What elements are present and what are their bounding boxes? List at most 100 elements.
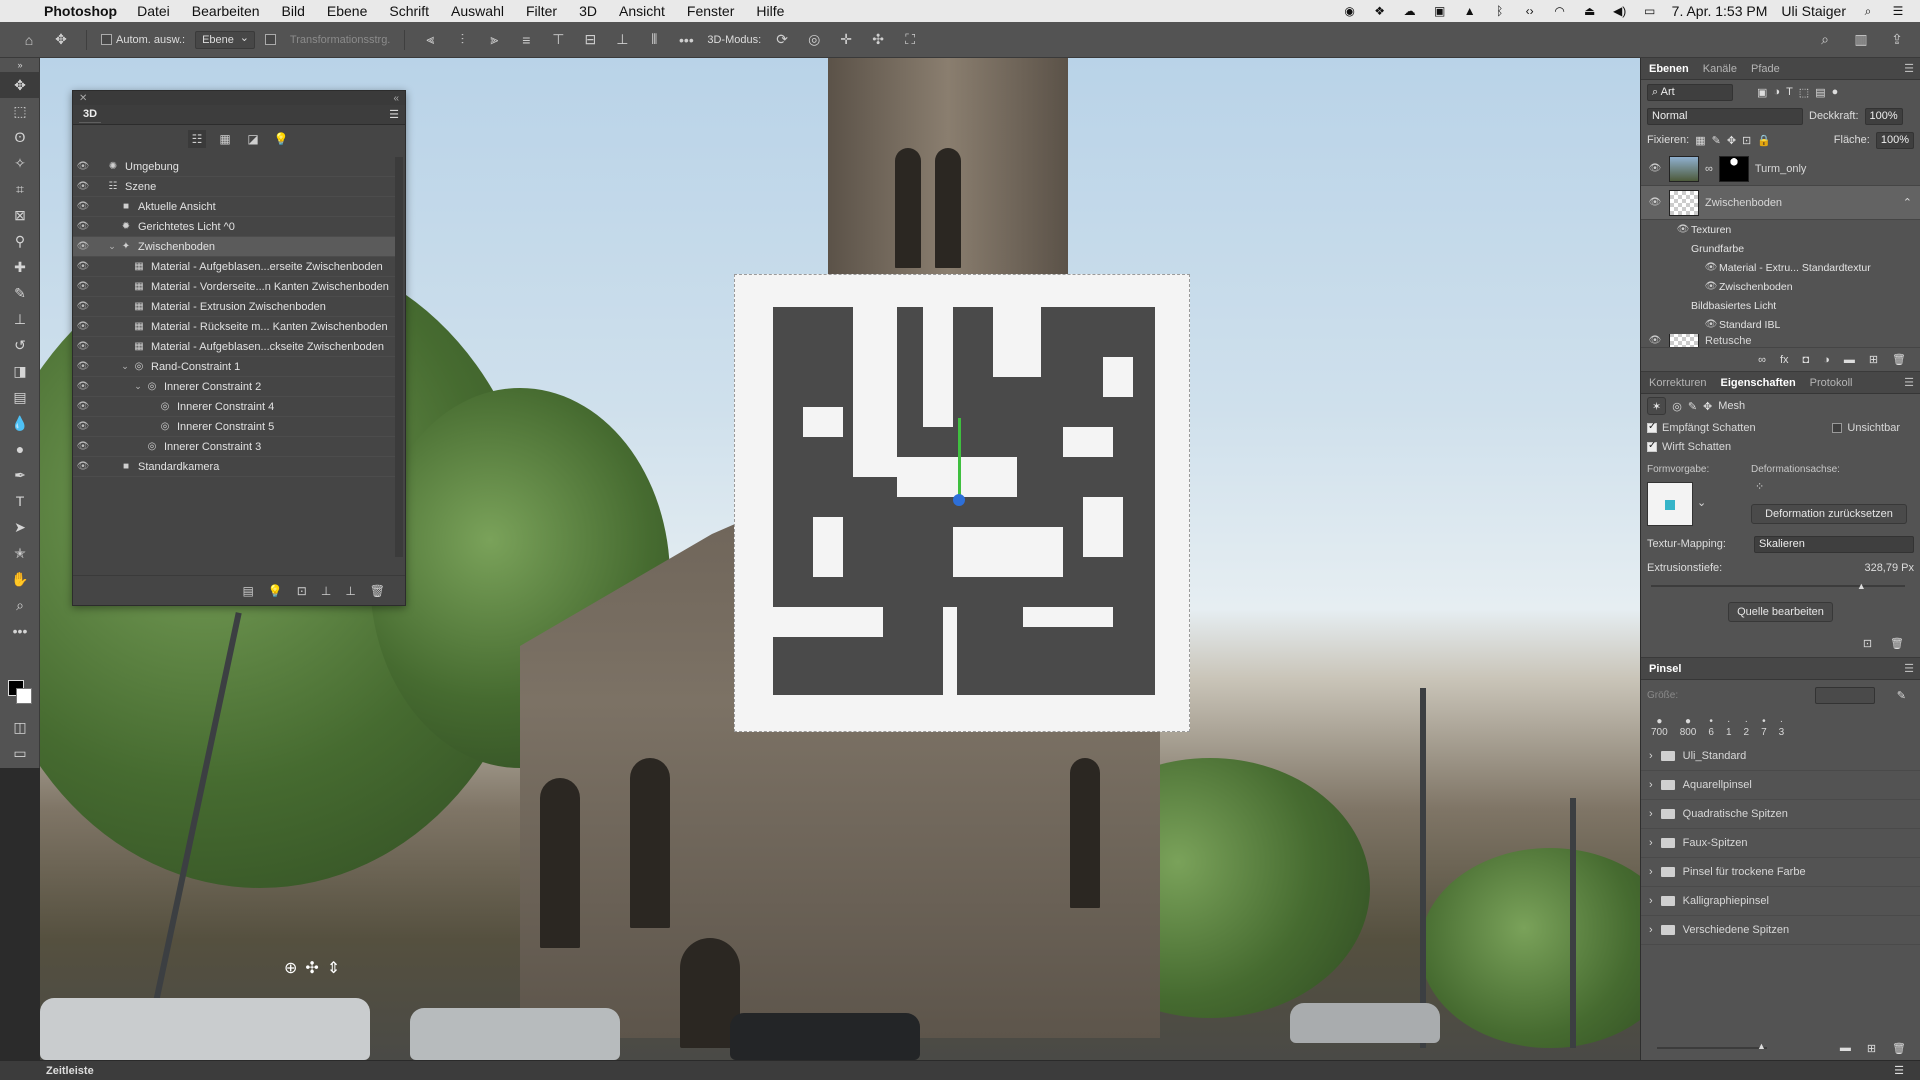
sub-item-grundfarbe[interactable]: Grundfarbe — [1675, 239, 1920, 258]
coordinates-mode-icon[interactable]: ✥ — [1703, 400, 1712, 413]
fill-input[interactable]: 100% — [1875, 131, 1914, 149]
panel-menu-icon[interactable]: ☰ — [1894, 1064, 1904, 1077]
tab-3d[interactable]: 3D — [79, 106, 102, 123]
visibility-eye-icon[interactable]: 👁 — [73, 301, 93, 312]
scene-row[interactable]: 👁 ◎ Innerer Constraint 4 — [73, 397, 395, 417]
filter-adjustment-icon[interactable]: ◑ — [1773, 86, 1780, 98]
chevron-right-icon[interactable]: › — [1649, 779, 1653, 791]
clock[interactable]: 7. Apr. 1:53 PM — [1672, 3, 1768, 19]
brush-folder[interactable]: › Aquarellpinsel — [1641, 771, 1920, 800]
gradient-tool-icon[interactable]: ▤ — [0, 384, 40, 410]
brush-preset[interactable]: · 1 — [1726, 716, 1732, 738]
visibility-eye-icon[interactable]: 👁 — [73, 461, 93, 472]
scene-row[interactable]: 👁 ☷ Szene — [73, 177, 395, 197]
timeline-bar[interactable]: Zeitleiste ☰ — [0, 1060, 1920, 1080]
scene-row[interactable]: 👁 ⌄ ◎ Innerer Constraint 2 — [73, 377, 395, 397]
fx-icon[interactable]: fx — [1780, 354, 1789, 366]
chevron-right-icon[interactable]: › — [1649, 750, 1653, 762]
chevron-right-icon[interactable]: › — [1649, 895, 1653, 907]
brush-folder[interactable]: › Faux-Spitzen — [1641, 829, 1920, 858]
lock-position-icon[interactable]: ✥ — [1727, 134, 1736, 147]
visibility-eye-icon[interactable]: 👁 — [1647, 163, 1663, 174]
edit-toolbar-icon[interactable]: ••• — [0, 618, 40, 644]
visibility-eye-icon[interactable]: 👁 — [73, 381, 93, 392]
sub-item-texturen[interactable]: 👁 Texturen — [1675, 220, 1920, 239]
group-icon[interactable]: ▬ — [1844, 354, 1855, 366]
menu-fenster[interactable]: Fenster — [687, 3, 734, 19]
chain-icon[interactable]: ∞ — [1705, 163, 1713, 175]
brush-size-slider[interactable]: ▲ — [1657, 1041, 1767, 1051]
reset-deform-button[interactable]: Deformation zurücksetzen — [1751, 504, 1907, 524]
visibility-eye-icon[interactable]: 👁 — [1703, 319, 1719, 330]
visibility-eye-icon[interactable]: 👁 — [73, 341, 93, 352]
menu-app-name[interactable]: Photoshop — [44, 3, 117, 19]
chevron-down-icon[interactable]: ⌄ — [1697, 496, 1706, 509]
chevron-right-icon[interactable]: › — [1649, 924, 1653, 936]
lights-filter-icon[interactable]: 💡 — [272, 130, 290, 148]
visibility-eye-icon[interactable]: 👁 — [73, 361, 93, 372]
3d-panel-scrollbar[interactable] — [395, 157, 403, 557]
lock-artboard-icon[interactable]: ⊡ — [1742, 134, 1751, 147]
type-tool-icon[interactable]: T — [0, 488, 40, 514]
share-icon[interactable]: ⇪ — [1886, 30, 1908, 50]
align-right-icon[interactable]: ⫸ — [483, 30, 505, 50]
casts-shadow-row[interactable]: Wirft Schatten — [1641, 437, 1920, 456]
tab-pinsel[interactable]: Pinsel — [1649, 663, 1681, 675]
history-brush-icon[interactable]: ↺ — [0, 332, 40, 358]
panel-titlebar[interactable]: ✕ « — [73, 91, 405, 105]
brush-folder[interactable]: › Uli_Standard — [1641, 742, 1920, 771]
slide-icon[interactable]: ✣ — [867, 30, 889, 50]
add-light-icon[interactable]: 💡 — [268, 584, 283, 598]
brush-preset[interactable]: ● 800 — [1680, 716, 1697, 738]
brush-folder[interactable]: › Kalligraphiepinsel — [1641, 887, 1920, 916]
transform-controls-checkbox[interactable] — [264, 34, 276, 45]
shape-tool-icon[interactable]: ✭ — [0, 540, 40, 566]
trash-icon[interactable]: 🗑 — [1890, 637, 1904, 650]
extrusion-slider[interactable]: ▲ — [1641, 580, 1920, 594]
layer-filter-select[interactable]: ⌕ Art — [1647, 83, 1733, 101]
menu-datei[interactable]: Datei — [137, 3, 170, 19]
menu-ebene[interactable]: Ebene — [327, 3, 367, 19]
layer-row-zwischenboden[interactable]: 👁 Zwischenboden ⌃ — [1641, 186, 1920, 220]
auto-select-checkbox[interactable] — [101, 34, 112, 46]
marquee-tool-icon[interactable]: ⬚ — [0, 98, 40, 124]
align-left-icon[interactable]: ⫷ — [419, 30, 441, 50]
menu-ansicht[interactable]: Ansicht — [619, 3, 665, 19]
adjustment-layer-icon[interactable]: ◑ — [1823, 354, 1830, 366]
menu-filter[interactable]: Filter — [526, 3, 557, 19]
receives-shadow-checkbox[interactable] — [1647, 421, 1657, 433]
home-icon[interactable]: ⌂ — [18, 30, 40, 50]
align-top-icon[interactable]: ⊤ — [547, 30, 569, 50]
close-icon[interactable]: ✕ — [79, 93, 87, 104]
scene-row[interactable]: 👁 ■ Aktuelle Ansicht — [73, 197, 395, 217]
whole-scene-filter-icon[interactable]: ☷ — [188, 130, 206, 148]
lasso-tool-icon[interactable]: ʘ — [0, 124, 40, 150]
sub-item-material[interactable]: 👁 Material - Extru... Standardtextur — [1675, 258, 1920, 277]
app-status-icon[interactable]: ▣ — [1432, 4, 1448, 18]
filter-smart-icon[interactable]: ▤ — [1815, 86, 1825, 99]
frame-tool-icon[interactable]: ⊠ — [0, 202, 40, 228]
quick-mask-icon[interactable]: ◫ — [0, 714, 40, 740]
tab-ebenen[interactable]: Ebenen — [1649, 63, 1689, 75]
align-bottom-icon[interactable]: ⊥ — [611, 30, 633, 50]
visibility-eye-icon[interactable]: 👁 — [1675, 224, 1691, 235]
add-object-icon[interactable]: ⊡ — [297, 584, 307, 598]
visibility-eye-icon[interactable]: 👁 — [73, 201, 93, 212]
scene-row[interactable]: 👁 ⌄ ✦ Zwischenboden — [73, 237, 395, 257]
scene-row[interactable]: 👁 ▦ Material - Aufgeblasen...ckseite Zwisc… — [73, 337, 395, 357]
bluetooth-icon[interactable]: ᛒ — [1492, 4, 1508, 18]
brush-folder[interactable]: › Verschiedene Spitzen — [1641, 916, 1920, 945]
chevron-right-icon[interactable]: › — [1649, 808, 1653, 820]
slider-handle[interactable]: ▲ — [1757, 1041, 1766, 1051]
menu-list-icon[interactable]: ☰ — [1890, 4, 1906, 18]
lock-pixels-icon[interactable]: ✎ — [1712, 134, 1721, 147]
visibility-eye-icon[interactable]: 👁 — [73, 401, 93, 412]
user-name[interactable]: Uli Staiger — [1781, 3, 1846, 19]
blend-mode-select[interactable]: Normal — [1647, 107, 1803, 125]
cap-mode-icon[interactable]: ✎ — [1688, 400, 1697, 413]
blur-tool-icon[interactable]: 💧 — [0, 410, 40, 436]
search-icon[interactable]: ⌕ — [1860, 4, 1876, 18]
stamp-tool-icon[interactable]: ⊥ — [0, 306, 40, 332]
collapse-icon[interactable]: « — [393, 93, 399, 104]
scene-row[interactable]: 👁 ⌄ ◎ Rand-Constraint 1 — [73, 357, 395, 377]
